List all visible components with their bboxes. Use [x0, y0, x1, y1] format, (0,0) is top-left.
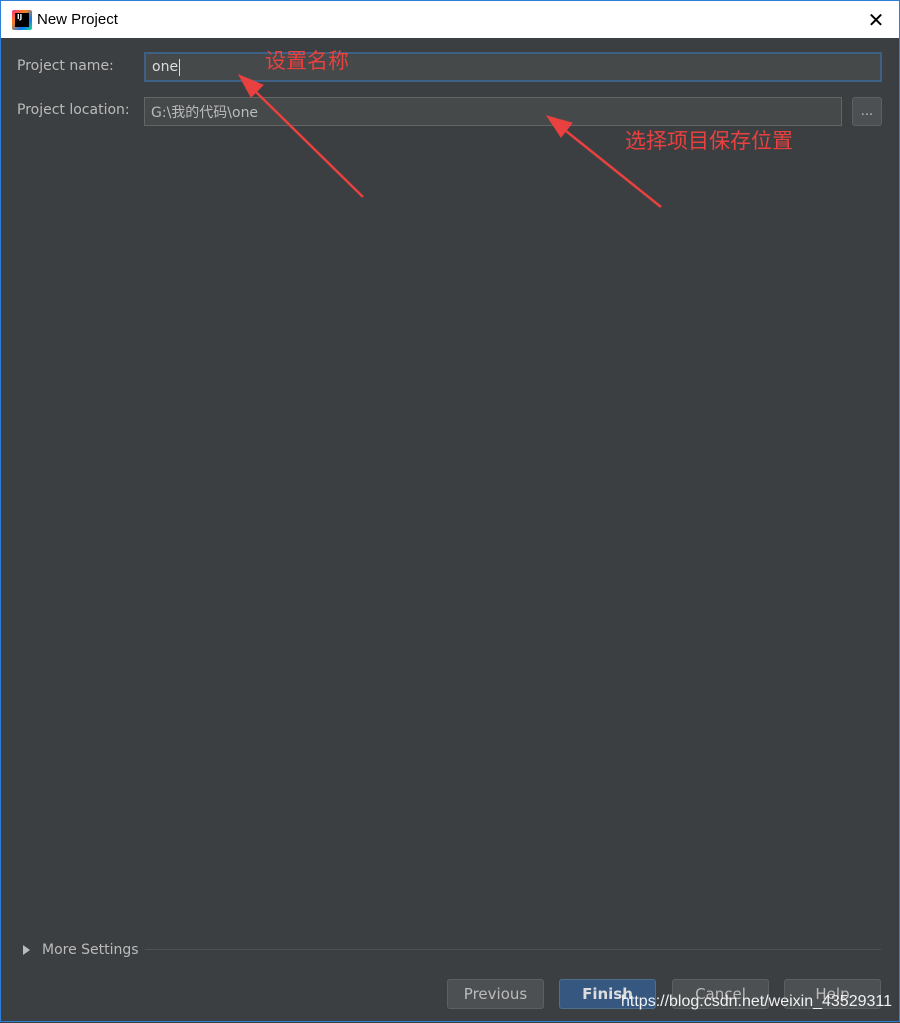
new-project-dialog: IJ New Project ✕ Project name: one Proje… [0, 0, 900, 1022]
browse-location-button[interactable]: ... [852, 97, 882, 126]
project-location-label: Project location: [17, 102, 130, 118]
settings-separator [23, 949, 881, 950]
more-settings-label: More Settings [42, 942, 139, 958]
title-bar: IJ New Project ✕ [1, 1, 899, 38]
text-caret [179, 58, 181, 76]
previous-button[interactable]: Previous [447, 979, 544, 1009]
window-title: New Project [37, 11, 118, 28]
project-location-value: G:\我的代码\one [151, 104, 259, 121]
name-arrow [237, 73, 364, 198]
project-name-value: one [152, 59, 179, 75]
intellij-app-icon: IJ [12, 9, 32, 30]
more-settings-toggle[interactable]: More Settings [17, 938, 145, 962]
project-location-input[interactable]: G:\我的代码\one [144, 97, 842, 126]
expand-triangle-icon [23, 945, 30, 955]
location-annotation: 选择项目保存位置 [625, 129, 793, 153]
project-name-label: Project name: [17, 58, 114, 74]
name-annotation: 设置名称 [265, 49, 349, 73]
close-icon[interactable]: ✕ [853, 1, 899, 38]
project-name-input[interactable]: one [144, 52, 882, 82]
watermark-text: https://blog.csdn.net/weixin_43529311 [621, 993, 893, 1010]
